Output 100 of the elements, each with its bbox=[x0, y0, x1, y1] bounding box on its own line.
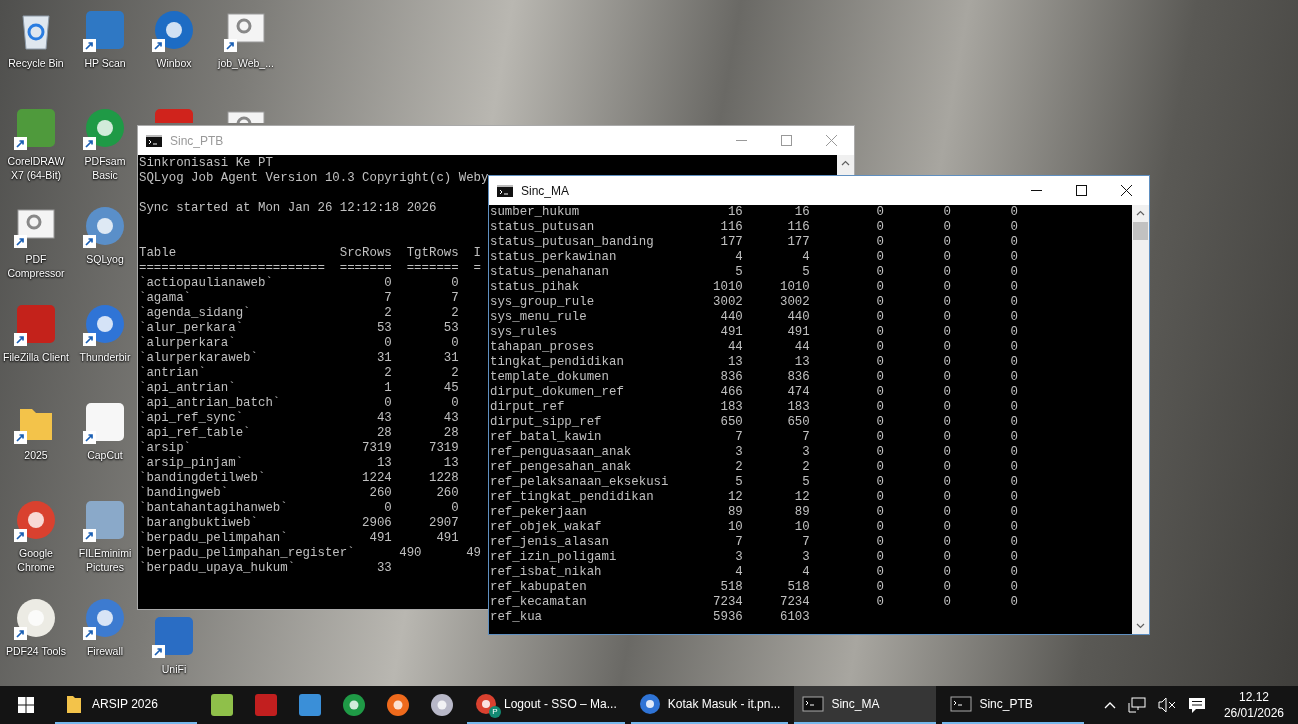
start-icon bbox=[18, 697, 34, 713]
console-icon bbox=[497, 184, 513, 197]
table-cell-text: 1 bbox=[383, 381, 392, 396]
table-cell-text: 0 bbox=[942, 505, 951, 520]
table-cell-text: `alurperkaraweb` bbox=[139, 351, 259, 366]
round-app-icon[interactable] bbox=[152, 8, 196, 52]
table-cell-text: 5 bbox=[734, 265, 743, 280]
table-cell-text: 16 bbox=[793, 205, 810, 220]
table-cell-text: 7319 bbox=[361, 441, 392, 456]
column-header: TgtRows bbox=[405, 246, 459, 261]
table-cell-text: 1228 bbox=[427, 471, 459, 486]
round-app-icon[interactable] bbox=[14, 498, 58, 542]
desktop-icon-label[interactable]: job_Web_... bbox=[218, 56, 274, 70]
round-app-icon bbox=[386, 693, 410, 717]
desktop-icon-label[interactable]: SQLyog bbox=[86, 252, 124, 266]
table-cell-text: 0 bbox=[875, 415, 885, 430]
clock-button[interactable]: 12.12 26/01/2026 bbox=[1217, 689, 1290, 721]
table-cell-text: ref_jenis_alasan bbox=[490, 535, 610, 550]
app-tile-icon[interactable] bbox=[152, 106, 196, 123]
desktop-icon-label[interactable]: CorelDRAW X7 (64-Bit) bbox=[3, 154, 69, 182]
desktop-icon-label[interactable]: HP Scan bbox=[84, 56, 126, 70]
table-cell-text: 650 bbox=[786, 415, 810, 430]
table-cell-text: 0 bbox=[1009, 535, 1018, 550]
notification-icon[interactable] bbox=[1187, 696, 1206, 714]
table-cell-text: 0 bbox=[875, 520, 885, 535]
table-cell-text: 0 bbox=[875, 340, 885, 355]
table-cell-text: 0 bbox=[875, 430, 885, 445]
taskbar-window-button[interactable]: Sinc_PTB bbox=[942, 686, 1085, 724]
separator-text: ======= bbox=[405, 261, 459, 276]
table-cell-text: 5 bbox=[734, 475, 743, 490]
console-line: `berpadu_pelimpahan_register` 490 49 bbox=[139, 546, 482, 561]
table-cell-text: 0 bbox=[875, 295, 885, 310]
table-cell-text: 89 bbox=[726, 505, 743, 520]
table-cell-text: 2907 bbox=[427, 516, 459, 531]
table-cell-text: sys_group_rule bbox=[490, 295, 596, 310]
app-tile-icon[interactable] bbox=[152, 614, 196, 658]
table-cell-text: 0 bbox=[1009, 520, 1018, 535]
table-cell-text: 13 bbox=[726, 355, 743, 370]
speaker-muted-icon[interactable] bbox=[1157, 697, 1176, 713]
table-cell-text: `agenda_sidang` bbox=[139, 306, 252, 321]
desktop-icon-label[interactable]: FILEminimi Pictures bbox=[76, 546, 134, 574]
table-cell-text: 1010 bbox=[778, 280, 810, 295]
table-cell-text: 518 bbox=[719, 580, 743, 595]
table-cell-text: 0 bbox=[875, 445, 885, 460]
taskbar-window-button[interactable]: Kotak Masuk - it.pn... bbox=[630, 686, 789, 724]
table-cell-text: 0 bbox=[1009, 370, 1018, 385]
round-app-icon[interactable] bbox=[14, 596, 58, 640]
table-cell-text: ref_pekerjaan bbox=[490, 505, 588, 520]
table-cell-text: 0 bbox=[875, 400, 885, 415]
app-tile-icon[interactable] bbox=[83, 8, 127, 52]
desktop-icon-label[interactable]: Recycle Bin bbox=[8, 56, 64, 70]
round-app-icon bbox=[342, 693, 366, 717]
round-app-icon[interactable] bbox=[83, 106, 127, 150]
table-cell-text: 4 bbox=[734, 565, 743, 580]
table-cell-text: 12 bbox=[793, 490, 810, 505]
table-cell-text: 0 bbox=[1009, 580, 1018, 595]
table-cell-text: 0 bbox=[875, 580, 885, 595]
desktop-icon-label[interactable]: Winbox bbox=[156, 56, 192, 70]
table-cell-text: dirput_sipp_ref bbox=[490, 415, 603, 430]
desktop-icon-label[interactable]: Thunderbir bbox=[79, 350, 131, 364]
desktop-icon-label[interactable]: UniFi bbox=[161, 662, 187, 676]
table-cell-text: 0 bbox=[1009, 355, 1018, 370]
round-app-icon[interactable] bbox=[83, 302, 127, 346]
scrollbar[interactable] bbox=[1132, 205, 1149, 634]
app-tile-icon[interactable] bbox=[14, 106, 58, 150]
desktop-icon-label[interactable]: PDF24 Tools bbox=[6, 644, 66, 658]
taskbar-window-button[interactable]: P Logout - SSO – Ma... bbox=[467, 686, 625, 724]
desktop-icon-label[interactable]: Firewall bbox=[86, 644, 124, 658]
window-title: Sinc_PTB bbox=[170, 133, 225, 148]
app-tile-icon[interactable] bbox=[83, 498, 127, 542]
table-cell-text: 2 bbox=[801, 460, 810, 475]
table-cell-text: 0 bbox=[875, 265, 885, 280]
desktop-icon-label[interactable]: 2025 bbox=[24, 448, 48, 462]
table-cell-text: 183 bbox=[719, 400, 743, 415]
table-cell-text: 0 bbox=[942, 250, 951, 265]
console-line: SQLyog Job Agent Version 10.3 Copyright(c) Weby bbox=[139, 171, 489, 186]
scrollbar-thumb[interactable] bbox=[1133, 222, 1148, 240]
app-tile-icon[interactable] bbox=[83, 400, 127, 444]
chevron-up-icon[interactable] bbox=[1103, 701, 1116, 709]
taskbar-window-button[interactable]: Sinc_MA bbox=[794, 686, 937, 724]
desktop-icon-label[interactable]: PDFsam Basic bbox=[76, 154, 134, 182]
taskbar-window-button[interactable]: ARSIP 2026 bbox=[55, 686, 197, 724]
desktop-icon-label[interactable]: PDF Compressor bbox=[3, 252, 69, 280]
table-cell-text: 0 bbox=[383, 336, 392, 351]
table-cell-text: 3 bbox=[734, 550, 743, 565]
table-cell-text: 10 bbox=[793, 520, 810, 535]
desktop-icon-label[interactable]: CapCut bbox=[87, 448, 123, 462]
desktop-icon-label[interactable]: Google Chrome bbox=[3, 546, 69, 574]
app-tile-icon[interactable] bbox=[14, 302, 58, 346]
table-cell-text: 0 bbox=[942, 340, 951, 355]
table-cell-text: 0 bbox=[1009, 265, 1018, 280]
network-icon[interactable] bbox=[1127, 697, 1146, 713]
table-cell-text: 177 bbox=[719, 235, 743, 250]
desktop-icon-label[interactable]: FileZilla Client bbox=[3, 350, 69, 364]
table-cell-text: 2 bbox=[383, 366, 392, 381]
table-cell-text: 116 bbox=[786, 220, 810, 235]
round-app-icon[interactable] bbox=[83, 204, 127, 248]
table-cell-text: 474 bbox=[786, 385, 810, 400]
round-app-icon[interactable] bbox=[83, 596, 127, 640]
table-cell-text: 0 bbox=[875, 250, 885, 265]
